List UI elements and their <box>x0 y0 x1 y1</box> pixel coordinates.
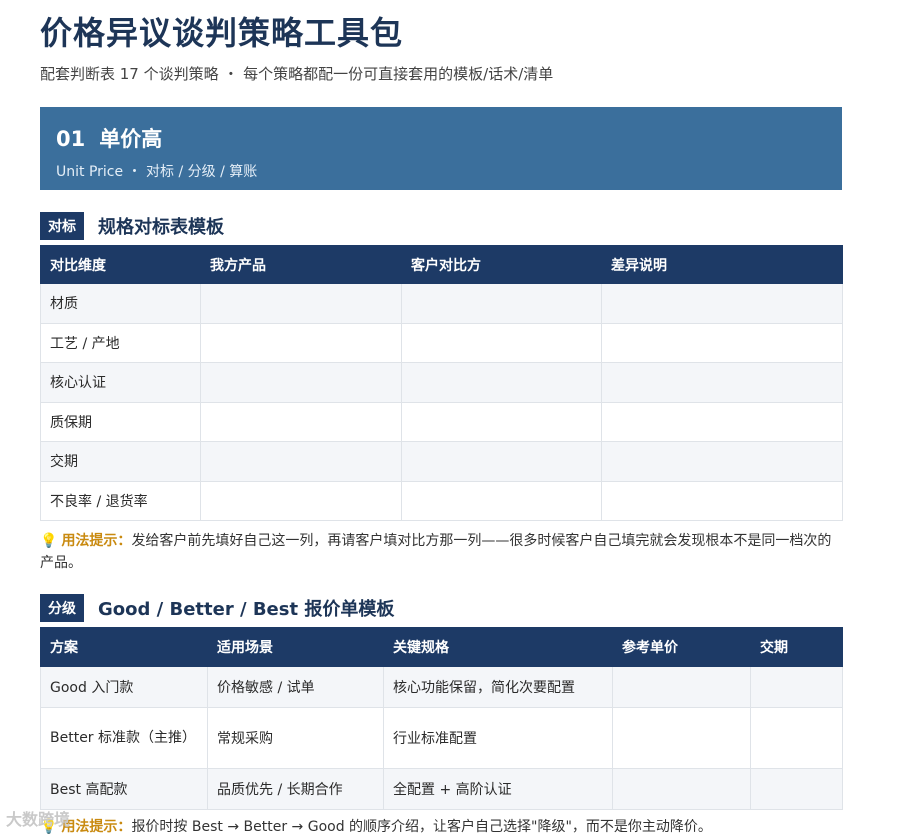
column-header: 客户对比方 <box>401 245 602 284</box>
table-cell: 价格敏感 / 试单 <box>207 666 384 708</box>
column-header: 方案 <box>40 627 208 667</box>
table-cell: 全配置 + 高阶认证 <box>383 768 613 810</box>
table-cell: 行业标准配置 <box>383 707 613 769</box>
table-header-row: 方案 适用场景 关键规格 参考单价 交期 <box>40 627 843 667</box>
section-benchmark-header: 对标 规格对标表模板 <box>40 212 224 240</box>
table-cell[interactable] <box>612 768 751 810</box>
table-row: 材质 <box>40 283 843 324</box>
table-cell[interactable] <box>200 441 402 482</box>
column-header: 交期 <box>750 627 843 667</box>
table-cell[interactable] <box>200 322 402 363</box>
table-cell: 质保期 <box>40 401 201 442</box>
usage-tip-benchmark: 💡 用法提示：发给客户前先填好自己这一列，再请客户填对比方那一列——很多时候客户自… <box>40 530 845 574</box>
table-cell[interactable] <box>200 480 402 521</box>
tiered-quote-table: 方案 适用场景 关键规格 参考单价 交期 Good 入门款 价格敏感 / 试单 … <box>40 627 843 810</box>
table-cell[interactable] <box>612 666 751 708</box>
table-cell[interactable] <box>401 401 602 442</box>
table-cell[interactable] <box>401 283 602 324</box>
tip-label: 用法提示： <box>61 533 132 549</box>
table-cell[interactable] <box>200 283 402 324</box>
strategy-title: 01 单价高 <box>56 123 826 153</box>
column-header: 对比维度 <box>40 245 201 284</box>
lightbulb-icon: 💡 <box>40 533 58 549</box>
section-tiered-header: 分级 Good / Better / Best 报价单模板 <box>40 594 394 622</box>
table-cell[interactable] <box>750 666 843 708</box>
section-tag-tiered: 分级 <box>40 594 84 622</box>
table-row: 工艺 / 产地 <box>40 322 843 363</box>
strategy-banner: 01 单价高 Unit Price ・ 对标 / 分级 / 算账 <box>40 107 842 190</box>
page-subtitle: 配套判断表 17 个谈判策略 ・ 每个策略都配一份可直接套用的模板/话术/清单 <box>40 65 554 83</box>
table-cell[interactable] <box>200 362 402 403</box>
table-cell[interactable] <box>612 707 751 769</box>
table-cell: Better 标准款（主推） <box>40 707 208 769</box>
table-cell: 不良率 / 退货率 <box>40 480 201 521</box>
table-cell[interactable] <box>750 707 843 769</box>
table-cell[interactable] <box>401 480 602 521</box>
table-cell: 工艺 / 产地 <box>40 322 201 363</box>
watermark: 大数跨境 <box>6 810 71 829</box>
table-cell: Best 高配款 <box>40 768 208 810</box>
table-row: Better 标准款（主推） 常规采购 行业标准配置 <box>40 707 843 769</box>
table-cell[interactable] <box>601 441 843 482</box>
tip-label: 用法提示： <box>61 819 132 835</box>
table-cell: 常规采购 <box>207 707 384 769</box>
table-row: Best 高配款 品质优先 / 长期合作 全配置 + 高阶认证 <box>40 768 843 810</box>
section-title-tiered: Good / Better / Best 报价单模板 <box>98 599 395 620</box>
table-row: 交期 <box>40 441 843 482</box>
table-header-row: 对比维度 我方产品 客户对比方 差异说明 <box>40 245 843 284</box>
table-row: 核心认证 <box>40 362 843 403</box>
table-cell[interactable] <box>601 401 843 442</box>
strategy-name: 单价高 <box>99 127 163 151</box>
table-cell: Good 入门款 <box>40 666 208 708</box>
table-cell: 交期 <box>40 441 201 482</box>
section-title-benchmark: 规格对标表模板 <box>98 217 224 238</box>
table-cell[interactable] <box>401 441 602 482</box>
table-cell[interactable] <box>750 768 843 810</box>
table-cell: 品质优先 / 长期合作 <box>207 768 384 810</box>
table-cell: 核心认证 <box>40 362 201 403</box>
table-cell[interactable] <box>200 401 402 442</box>
strategy-subtitle: Unit Price ・ 对标 / 分级 / 算账 <box>56 164 258 180</box>
benchmark-table: 对比维度 我方产品 客户对比方 差异说明 材质 工艺 / 产地 核心认证 质保期 <box>40 245 843 521</box>
table-cell[interactable] <box>601 362 843 403</box>
table-cell: 核心功能保留，简化次要配置 <box>383 666 613 708</box>
table-row: 不良率 / 退货率 <box>40 480 843 521</box>
column-header: 关键规格 <box>383 627 613 667</box>
section-tag-benchmark: 对标 <box>40 212 84 240</box>
column-header: 差异说明 <box>601 245 843 284</box>
tip-text: 发给客户前先填好自己这一列，再请客户填对比方那一列——很多时候客户自己填完就会发… <box>40 533 832 571</box>
table-row: Good 入门款 价格敏感 / 试单 核心功能保留，简化次要配置 <box>40 666 843 708</box>
table-cell[interactable] <box>601 480 843 521</box>
table-cell[interactable] <box>601 322 843 363</box>
table-cell: 材质 <box>40 283 201 324</box>
tip-text: 报价时按 Best → Better → Good 的顺序介绍，让客户自己选择"… <box>131 819 712 835</box>
table-row: 质保期 <box>40 401 843 442</box>
column-header: 适用场景 <box>207 627 384 667</box>
table-cell[interactable] <box>601 283 843 324</box>
strategy-number: 01 <box>56 127 86 151</box>
table-cell[interactable] <box>401 322 602 363</box>
column-header: 参考单价 <box>612 627 751 667</box>
page-title: 价格异议谈判策略工具包 <box>40 14 404 52</box>
column-header: 我方产品 <box>200 245 402 284</box>
table-cell[interactable] <box>401 362 602 403</box>
usage-tip-tiered: 💡 用法提示：报价时按 Best → Better → Good 的顺序介绍，让客… <box>40 816 845 838</box>
